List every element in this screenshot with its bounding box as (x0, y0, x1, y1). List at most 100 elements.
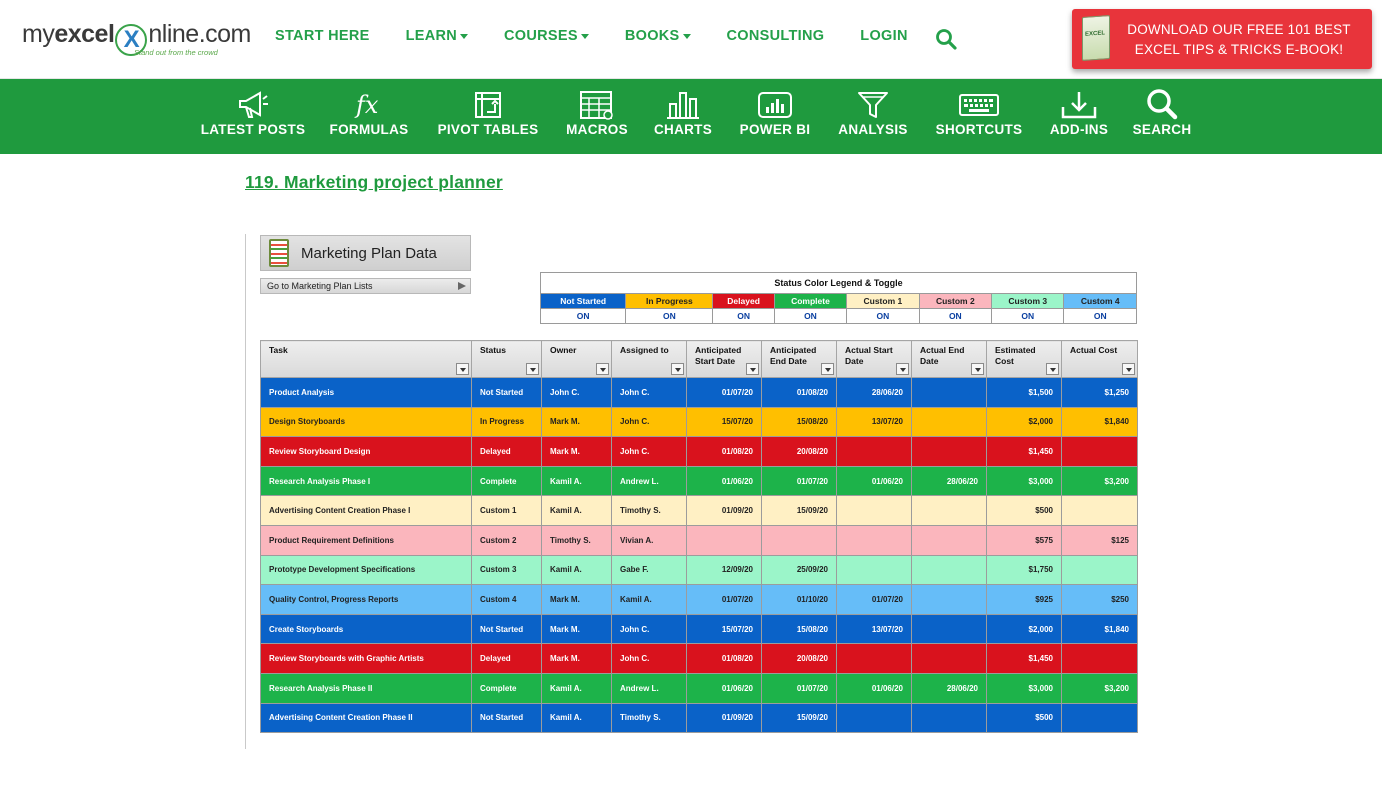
table-cell: Timothy S. (611, 495, 687, 526)
table-cell: 01/07/20 (761, 672, 837, 704)
table-cell: $2,000 (986, 406, 1062, 438)
table-cell: John C. (611, 613, 687, 645)
table-cell: 01/07/20 (836, 584, 912, 615)
table-row: Review Storyboards with Graphic Artists D… (260, 643, 1138, 674)
table-cell: Mark M. (541, 643, 612, 674)
legend-status-name: Custom 3 (991, 293, 1065, 309)
table-cell: $125 (1061, 524, 1138, 556)
category-latest-posts[interactable]: LATEST POSTS (193, 88, 313, 137)
category-search[interactable]: SEARCH (1102, 88, 1222, 137)
table-cell: $500 (986, 495, 1062, 526)
table-cell (836, 495, 912, 526)
caret-down-icon (460, 34, 469, 39)
table-cell (1061, 495, 1138, 526)
table-cell (911, 584, 987, 615)
nav-login[interactable]: LOGIN (860, 28, 907, 44)
site-logo[interactable]: myexcel Xnline.com Stand out from the cro… (22, 20, 251, 60)
table-cell: Advertising Content Creation Phase II (260, 702, 472, 734)
nav-label: COURSES (504, 28, 578, 44)
table-cell: Create Storyboards (260, 613, 472, 645)
filter-funnel-icon (813, 88, 933, 120)
column-header: Actual Start Date (836, 340, 912, 378)
table-cell (911, 495, 987, 526)
table-cell: Kamil A. (541, 672, 612, 704)
caret-down-icon (682, 34, 691, 39)
table-cell: Kamil A. (541, 554, 612, 586)
category-formulas[interactable]: fx FORMULAS (309, 88, 429, 137)
table-cell: Product Analysis (260, 377, 472, 408)
legend-toggle: ON (1063, 308, 1137, 324)
legend-title: Status Color Legend & Toggle (540, 272, 1137, 294)
category-label: ANALYSIS (838, 122, 908, 137)
table-cell: Mark M. (541, 406, 612, 438)
nav-learn[interactable]: LEARN (405, 28, 469, 44)
table-cell (836, 702, 912, 734)
column-header: Actual Cost (1061, 340, 1138, 378)
table-cell: 12/09/20 (686, 554, 762, 586)
article-heading-link[interactable]: 119. Marketing project planner (245, 172, 503, 193)
column-header: Owner (541, 340, 612, 378)
legend-status-name: Not Started (539, 293, 627, 309)
nav-start-here[interactable]: START HERE (275, 28, 370, 44)
nav-label: BOOKS (624, 28, 680, 44)
table-cell: Kamil A. (541, 702, 612, 734)
table-cell: In Progress (471, 406, 542, 438)
table-cell: $1,450 (986, 436, 1062, 467)
table-cell: 01/08/20 (686, 436, 762, 467)
pivot-table-icon (428, 88, 548, 120)
table-cell: 01/07/20 (686, 584, 762, 615)
ebook-download-button[interactable]: EXCEL DOWNLOAD OUR FREE 101 BEST EXCEL T… (1072, 9, 1372, 69)
filter-dropdown-icon (456, 363, 469, 375)
table-cell: John C. (541, 377, 612, 408)
table-row: Product Analysis Not Started John C. John C… (260, 377, 1138, 408)
table-cell: John C. (611, 436, 687, 467)
table-cell: Complete (471, 672, 542, 704)
nav-label: LEARN (405, 28, 458, 44)
table-cell (911, 702, 987, 734)
table-cell: 15/07/20 (686, 406, 762, 438)
table-cell: 15/07/20 (686, 613, 762, 645)
table-cell: $1,450 (986, 643, 1062, 674)
table-cell: Kamil A. (611, 584, 687, 615)
table-cell: 28/06/20 (836, 377, 912, 408)
table-cell: 01/10/20 (761, 584, 837, 615)
table-row: Design Storyboards In Progress Mark M. John… (260, 406, 1138, 438)
table-cell: Product Requirement Definitions (260, 524, 472, 556)
table-cell: John C. (611, 406, 687, 438)
nav-consulting[interactable]: CONSULTING (727, 28, 825, 44)
table-cell: Custom 4 (471, 584, 542, 615)
column-header: Task (260, 340, 472, 378)
table-row: Research Analysis Phase II Complete Kamil … (260, 672, 1138, 704)
table-cell: Delayed (471, 643, 542, 674)
table-cell: $1,500 (986, 377, 1062, 408)
table-cell: $1,840 (1061, 406, 1138, 438)
marketing-plan-table: Task Status Owner Assigned to Anticipated St… (260, 340, 1138, 734)
table-cell: 15/08/20 (761, 406, 837, 438)
filter-dropdown-icon (896, 363, 909, 375)
table-cell: Andrew L. (611, 672, 687, 704)
legend-toggle: ON (712, 308, 775, 324)
column-header: Status (471, 340, 542, 378)
search-icon[interactable] (935, 28, 957, 50)
filter-dropdown-icon (596, 363, 609, 375)
category-pivot-tables[interactable]: PIVOT TABLES (428, 88, 548, 137)
category-analysis[interactable]: ANALYSIS (813, 88, 933, 137)
legend-status-name: Delayed (712, 293, 775, 309)
table-cell (911, 524, 987, 556)
nav-courses[interactable]: COURSES (504, 28, 589, 44)
table-row: Research Analysis Phase I Complete Kamil A… (260, 465, 1138, 497)
table-cell (1061, 702, 1138, 734)
content-divider (245, 234, 246, 749)
nav-books[interactable]: BOOKS (625, 28, 691, 44)
table-cell: Prototype Development Specifications (260, 554, 472, 586)
table-cell: Timothy S. (611, 702, 687, 734)
site-header: myexcel Xnline.com Stand out from the cro… (0, 0, 1382, 79)
table-cell: Kamil A. (541, 465, 612, 497)
table-cell: Delayed (471, 436, 542, 467)
filter-dropdown-icon (746, 363, 759, 375)
table-cell (911, 406, 987, 438)
table-cell: Design Storyboards (260, 406, 472, 438)
table-cell: $1,750 (986, 554, 1062, 586)
category-label: PIVOT TABLES (437, 122, 539, 137)
table-cell: 13/07/20 (836, 406, 912, 438)
